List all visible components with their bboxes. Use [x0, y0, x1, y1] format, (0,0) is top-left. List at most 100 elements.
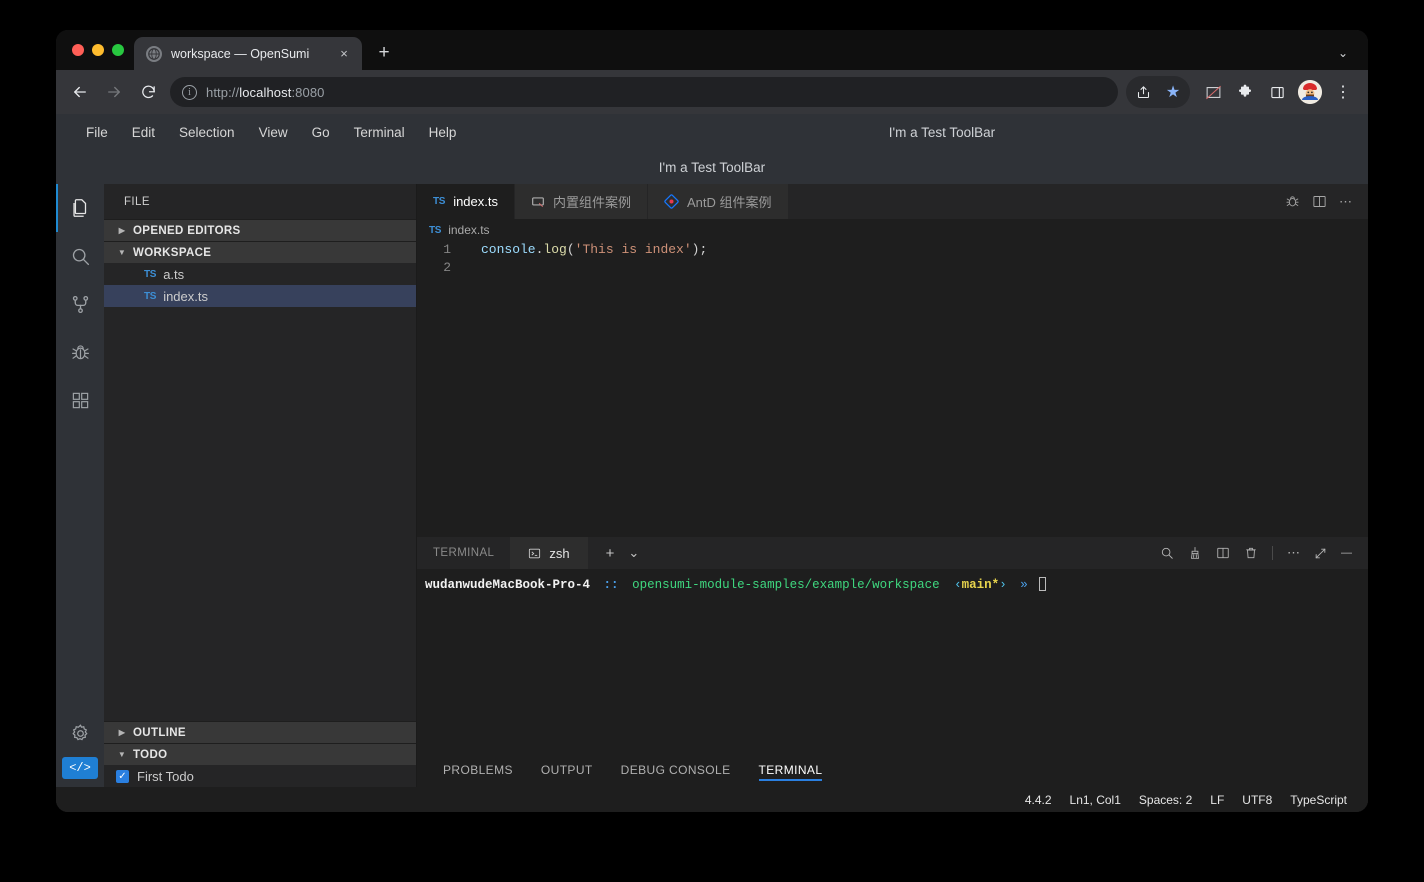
activity-item-extensions[interactable] [56, 376, 104, 424]
split-editor-icon[interactable] [1312, 194, 1327, 209]
bookmark-star-icon[interactable]: ★ [1158, 77, 1188, 107]
status-version[interactable]: 4.4.2 [1016, 793, 1061, 807]
breadcrumb-label: index.ts [448, 223, 490, 237]
terminal-prompt-symbol: » [1020, 578, 1028, 592]
maximize-window-button[interactable] [112, 44, 124, 56]
back-icon[interactable] [64, 76, 96, 108]
activity-item-explorer[interactable] [56, 184, 104, 232]
mario-avatar[interactable] [1298, 80, 1322, 104]
line-number: 1 [443, 242, 451, 257]
panel-tab-terminal[interactable]: TERMINAL [745, 752, 837, 788]
terminal-tab-zsh[interactable]: zsh [510, 537, 588, 569]
file-tree-item-a-ts[interactable]: TS a.ts [104, 263, 416, 285]
menu-go[interactable]: Go [300, 119, 342, 145]
side-panel-icon[interactable] [1262, 77, 1292, 107]
editor-more-icon[interactable]: ⋯ [1339, 194, 1352, 210]
forward-icon[interactable] [98, 76, 130, 108]
editor-tab-builtin-components[interactable]: 内置组件案例 [515, 184, 649, 219]
menu-view[interactable]: View [247, 119, 300, 145]
status-cursor-position[interactable]: Ln1, Col1 [1061, 793, 1130, 807]
terminal-tab-label: zsh [549, 545, 570, 561]
split-icon[interactable] [1216, 546, 1230, 560]
menu-file[interactable]: File [74, 119, 120, 145]
activity-item-debug[interactable] [56, 328, 104, 376]
bug-icon [70, 342, 91, 363]
code-content: console.log('This is index'); [463, 241, 707, 259]
browser-tab[interactable]: workspace — OpenSumi × [134, 37, 362, 70]
status-encoding[interactable]: UTF8 [1233, 793, 1281, 807]
code-badge[interactable]: </> [62, 757, 98, 779]
browser-tabstrip: workspace — OpenSumi × + ⌄ [56, 30, 1368, 70]
status-language-mode[interactable]: TypeScript [1281, 793, 1356, 807]
file-tree-item-index-ts[interactable]: TS index.ts [104, 285, 416, 307]
site-info-icon[interactable]: i [182, 84, 197, 100]
section-outline[interactable]: ▶ OUTLINE [104, 721, 416, 743]
breadcrumb[interactable]: TS index.ts [417, 219, 1368, 241]
todo-item[interactable]: ✓ First Todo [104, 765, 416, 787]
chevron-right-icon: ▶ [118, 226, 126, 235]
terminal-icon [528, 547, 541, 560]
plus-icon[interactable]: + [606, 545, 615, 562]
share-bookmark-group: ★ [1126, 76, 1190, 108]
share-icon[interactable] [1128, 77, 1158, 107]
editor-tab-label: 内置组件案例 [553, 195, 632, 210]
globe-icon [146, 45, 162, 62]
terminal-panel: TERMINAL zsh + ⌄ ⋯ — wudanwudeMacBook-Pr… [417, 537, 1368, 751]
menu-selection[interactable]: Selection [167, 119, 247, 145]
activity-item-settings[interactable] [56, 709, 104, 757]
bug-icon[interactable] [1285, 194, 1300, 209]
section-opened-editors[interactable]: ▶ OPENED EDITORS [104, 219, 416, 241]
explorer-sidebar: FILE ▶ OPENED EDITORS ▼ WORKSPACE TS a.t… [104, 184, 417, 787]
reload-icon[interactable] [132, 76, 164, 108]
broken-image-icon[interactable] [1198, 77, 1228, 107]
panel-tab-problems[interactable]: PROBLEMS [429, 752, 527, 788]
terminal-branch-open: ‹ [954, 578, 962, 592]
terminal-host: wudanwudeMacBook-Pro-4 [425, 578, 591, 592]
typescript-file-icon: TS [429, 224, 442, 236]
url-port: :8080 [291, 84, 325, 100]
status-indentation[interactable]: Spaces: 2 [1130, 793, 1201, 807]
ide-menubar: File Edit Selection View Go Terminal Hel… [56, 114, 1368, 150]
code-editor[interactable]: 1 console.log('This is index'); 2 [417, 241, 1368, 537]
activity-item-search[interactable] [56, 232, 104, 280]
editor-tab-label: AntD 组件案例 [687, 195, 772, 210]
close-icon[interactable]: × [334, 44, 354, 64]
chevron-down-icon[interactable]: ⌄ [1328, 36, 1358, 70]
menu-help[interactable]: Help [417, 119, 469, 145]
close-window-button[interactable] [72, 44, 84, 56]
minimize-icon[interactable]: — [1341, 547, 1352, 559]
broom-icon[interactable] [1188, 546, 1202, 560]
panel-tab-output[interactable]: OUTPUT [527, 752, 607, 788]
chevron-down-icon[interactable]: ⌄ [628, 545, 639, 561]
address-bar[interactable]: i http://localhost:8080 [170, 77, 1118, 107]
todo-checkbox[interactable]: ✓ [116, 769, 129, 783]
editor-tab-antd-components[interactable]: AntD 组件案例 [648, 184, 789, 219]
section-todo[interactable]: ▼ TODO [104, 743, 416, 765]
section-workspace[interactable]: ▼ WORKSPACE [104, 241, 416, 263]
terminal-branch-close: › [999, 578, 1007, 592]
search-icon[interactable] [1160, 546, 1174, 560]
status-eol[interactable]: LF [1201, 793, 1233, 807]
maximize-icon[interactable] [1314, 547, 1327, 560]
section-opened-editors-label: OPENED EDITORS [133, 224, 241, 237]
puzzle-icon[interactable] [1230, 77, 1260, 107]
editor-tabbar: TS index.ts 内置组件案例 AntD 组件案例 ⋯ [417, 184, 1368, 219]
menu-terminal[interactable]: Terminal [342, 119, 417, 145]
new-tab-button[interactable]: + [370, 39, 398, 67]
panel-tab-debug-console[interactable]: DEBUG CONSOLE [607, 752, 745, 788]
minimize-window-button[interactable] [92, 44, 104, 56]
terminal-output[interactable]: wudanwudeMacBook-Pro-4 :: opensumi-modul… [417, 569, 1368, 751]
activity-item-source-control[interactable] [56, 280, 104, 328]
url-scheme: http:// [206, 84, 240, 100]
files-icon [69, 197, 91, 219]
editor-tab-label: index.ts [453, 194, 498, 209]
window-traffic-lights [68, 30, 134, 70]
trash-icon[interactable] [1244, 546, 1258, 560]
terminal-more-icon[interactable]: ⋯ [1287, 545, 1300, 561]
menu-edit[interactable]: Edit [120, 119, 167, 145]
editor-scrollbar[interactable] [1358, 241, 1368, 537]
code-token-paren-open: ( [566, 242, 575, 257]
browser-menu-icon[interactable]: ⋮ [1328, 77, 1358, 107]
editor-tab-index-ts[interactable]: TS index.ts [417, 184, 515, 219]
typescript-file-icon: TS [433, 196, 446, 207]
